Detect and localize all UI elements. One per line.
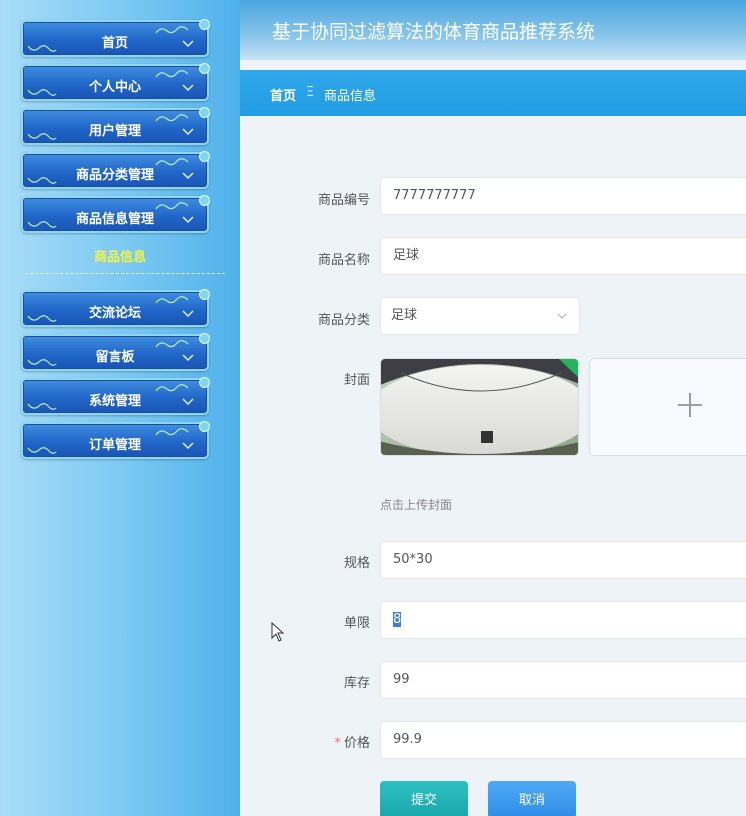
sidebar-divider bbox=[25, 273, 225, 274]
chevron-down-icon bbox=[182, 84, 194, 92]
product-category-value: 足球 bbox=[391, 308, 418, 323]
mouse-pointer-icon bbox=[271, 622, 285, 642]
sidebar-item-label: 用户管理 bbox=[88, 124, 141, 139]
breadcrumb: 首页 Ξ 商品信息 bbox=[240, 70, 746, 116]
chevron-down-icon bbox=[182, 172, 194, 180]
chevron-down-icon bbox=[182, 128, 194, 136]
chevron-down-icon bbox=[182, 216, 194, 224]
app-header: 基于协同过滤算法的体育商品推荐系统 bbox=[240, 0, 746, 60]
limit-label: 单限 bbox=[343, 616, 370, 631]
chevron-down-icon bbox=[182, 310, 194, 318]
main-content bbox=[240, 116, 746, 816]
rugby-ball-image-icon bbox=[381, 359, 578, 455]
sidebar-item-label: 个人中心 bbox=[88, 80, 141, 95]
sidebar-item-label: 订单管理 bbox=[88, 438, 141, 453]
price-input[interactable]: 99.9 bbox=[380, 721, 746, 759]
limit-input[interactable]: 8 bbox=[380, 601, 746, 639]
sidebar: 首页 个人中心 用户管理 商品分类管理 商品信息管理 商品信息 交流论坛 留言板… bbox=[0, 0, 240, 816]
menu-dot-decoration bbox=[199, 333, 210, 344]
menu-dot-decoration bbox=[199, 289, 210, 300]
cover-image[interactable] bbox=[380, 358, 579, 456]
sidebar-subitem-product-info[interactable]: 商品信息 bbox=[0, 246, 240, 265]
sidebar-item-message-board[interactable]: 留言板 bbox=[21, 333, 210, 371]
sidebar-item-order-management[interactable]: 订单管理 bbox=[21, 421, 210, 459]
product-name-label: 商品名称 bbox=[317, 253, 370, 268]
breadcrumb-current: 商品信息 bbox=[324, 89, 377, 104]
spec-input[interactable]: 50*30 bbox=[380, 541, 746, 579]
sidebar-item-product-management[interactable]: 商品信息管理 bbox=[21, 195, 210, 233]
sidebar-item-personal-center[interactable]: 个人中心 bbox=[21, 63, 210, 101]
chevron-down-icon bbox=[182, 354, 194, 362]
breadcrumb-home[interactable]: 首页 bbox=[270, 85, 296, 104]
sidebar-item-category-management[interactable]: 商品分类管理 bbox=[21, 151, 210, 189]
breadcrumb-separator: Ξ bbox=[306, 85, 315, 100]
menu-dot-decoration bbox=[199, 377, 210, 388]
plus-icon bbox=[678, 393, 702, 417]
stock-input[interactable]: 99 bbox=[380, 661, 746, 699]
sidebar-item-forum[interactable]: 交流论坛 bbox=[21, 289, 210, 327]
product-code-input[interactable]: 7777777777 bbox=[380, 177, 746, 215]
product-category-label: 商品分类 bbox=[317, 313, 370, 328]
price-label-text: 价格 bbox=[343, 736, 370, 751]
sidebar-item-label: 商品分类管理 bbox=[75, 168, 154, 183]
product-code-label: 商品编号 bbox=[317, 193, 370, 208]
price-label: * 价格 bbox=[240, 732, 370, 751]
sidebar-item-home[interactable]: 首页 bbox=[21, 19, 210, 57]
submit-button[interactable]: 提交 bbox=[380, 781, 468, 816]
menu-dot-decoration bbox=[199, 19, 210, 30]
menu-dot-decoration bbox=[199, 107, 210, 118]
menu-dot-decoration bbox=[199, 63, 210, 74]
chevron-down-icon bbox=[182, 40, 194, 48]
cover-upload-button[interactable] bbox=[589, 358, 746, 456]
stock-label: 库存 bbox=[343, 676, 370, 691]
chevron-down-icon bbox=[182, 398, 194, 406]
sidebar-item-label: 系统管理 bbox=[88, 394, 141, 409]
menu-dot-decoration bbox=[199, 421, 210, 432]
sidebar-item-user-management[interactable]: 用户管理 bbox=[21, 107, 210, 145]
sidebar-item-label: 交流论坛 bbox=[88, 306, 141, 321]
product-name-input[interactable]: 足球 bbox=[380, 237, 746, 275]
sidebar-item-system-management[interactable]: 系统管理 bbox=[21, 377, 210, 415]
menu-dot-decoration bbox=[199, 195, 210, 206]
sidebar-item-label: 商品信息管理 bbox=[75, 212, 154, 227]
cancel-button[interactable]: 取消 bbox=[488, 781, 576, 816]
cover-upload-hint: 点击上传封面 bbox=[380, 498, 453, 512]
cover-label: 封面 bbox=[343, 373, 370, 388]
sidebar-item-label: 首页 bbox=[101, 36, 128, 51]
limit-selected-value: 8 bbox=[393, 612, 402, 627]
sidebar-item-label: 留言板 bbox=[95, 350, 135, 365]
spec-label: 规格 bbox=[343, 556, 370, 571]
chevron-down-icon bbox=[557, 313, 567, 319]
required-mark: * bbox=[334, 736, 341, 751]
menu-dot-decoration bbox=[199, 151, 210, 162]
chevron-down-icon bbox=[182, 442, 194, 450]
app-title: 基于协同过滤算法的体育商品推荐系统 bbox=[272, 21, 596, 43]
product-category-select[interactable]: 足球 bbox=[380, 297, 580, 335]
